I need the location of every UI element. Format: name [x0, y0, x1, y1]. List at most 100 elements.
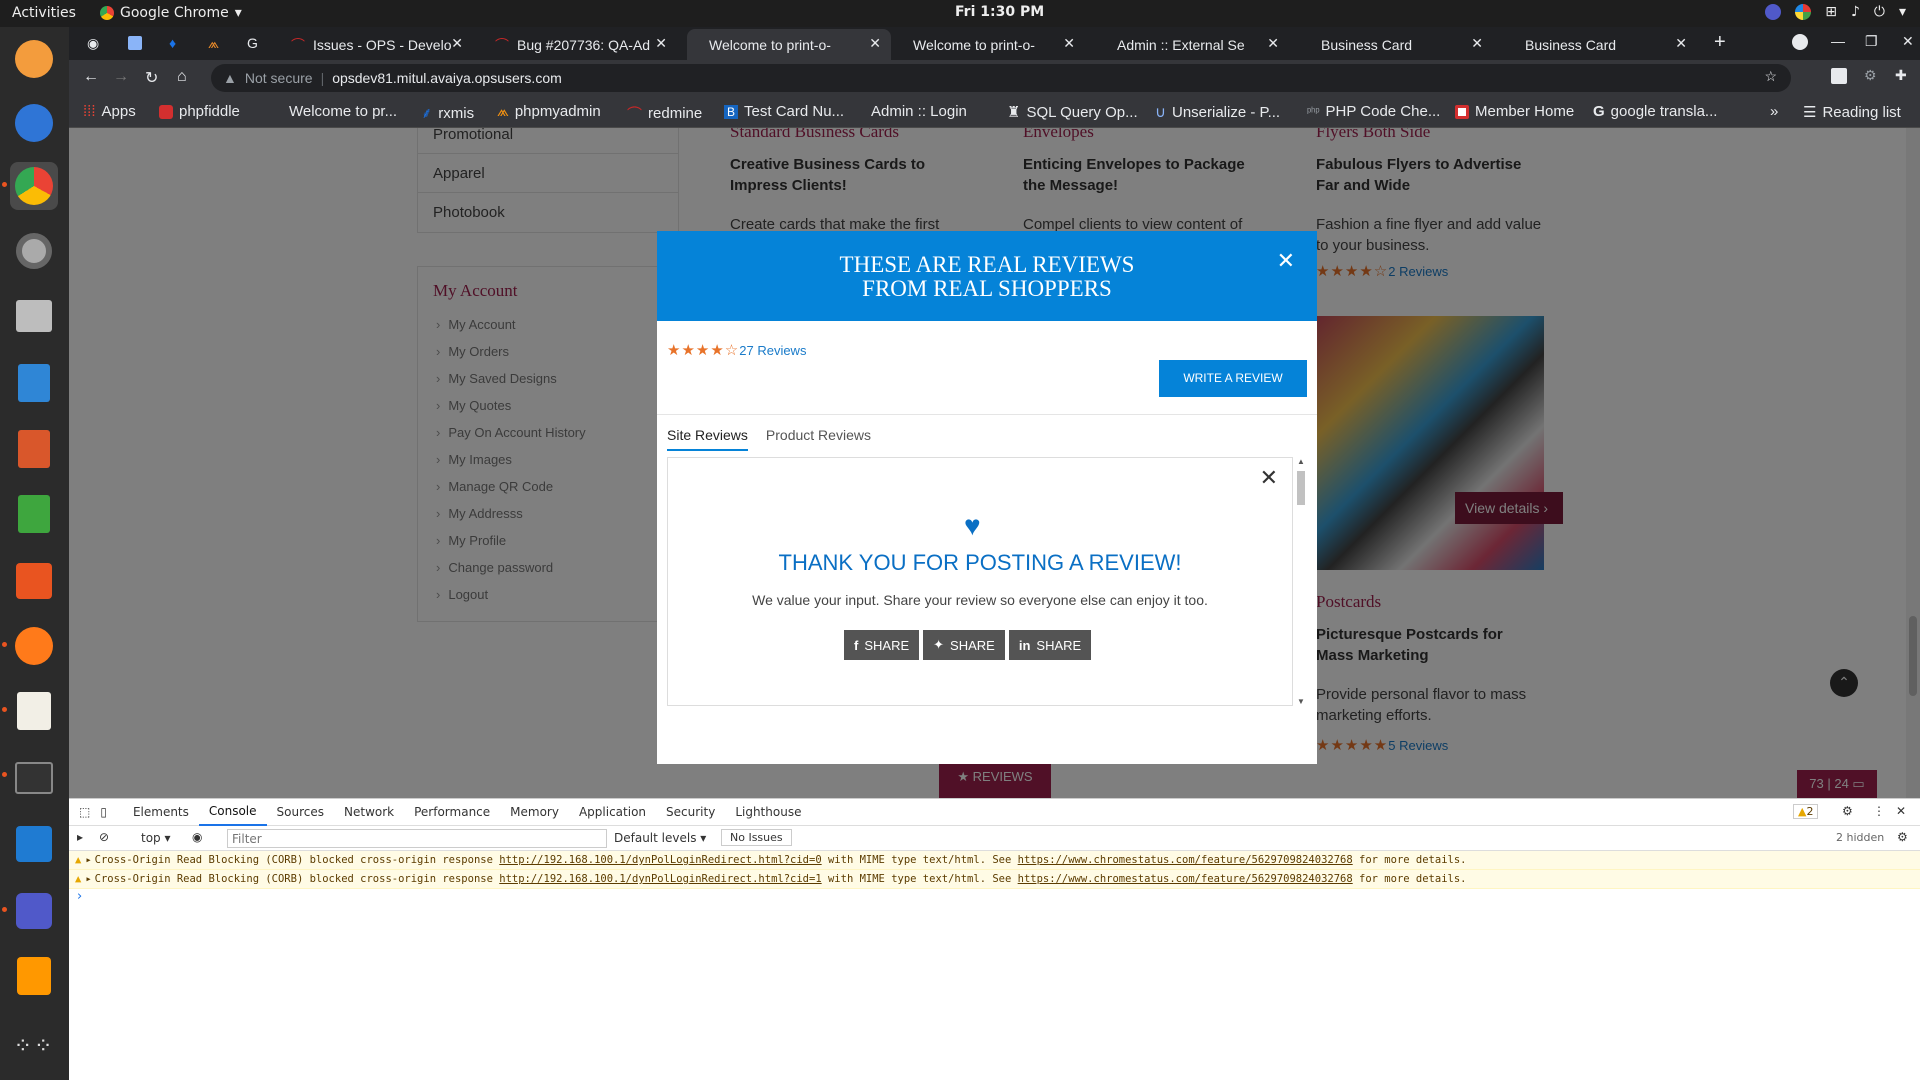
close-tab-icon[interactable]: ✕: [1471, 35, 1483, 52]
clock[interactable]: Fri 1:30 PM: [955, 4, 1044, 20]
bookmark-star-icon[interactable]: ☆: [1764, 68, 1777, 85]
console-filter-input[interactable]: [227, 829, 607, 848]
bookmark-welcome[interactable]: Welcome to pr...: [289, 103, 397, 120]
bookmark-php-code-checker[interactable]: ᵖʰᵖ PHP Code Che...: [1307, 103, 1440, 120]
bookmark-google-translate[interactable]: Ggoogle transla...: [1593, 103, 1717, 120]
issues-button[interactable]: No Issues: [721, 829, 792, 846]
dock-impress-icon[interactable]: [10, 425, 58, 473]
tab-issues[interactable]: ⌒ Issues - OPS - Develo ✕: [279, 29, 473, 60]
new-tab-icon[interactable]: +: [1714, 31, 1726, 54]
bookmark-phpfiddle[interactable]: phpfiddle: [159, 103, 240, 120]
bookmark-redmine[interactable]: ⌒ redmine: [627, 103, 702, 124]
close-tab-icon[interactable]: ✕: [1063, 35, 1075, 52]
tab-admin-external[interactable]: Admin :: External Se ✕: [1095, 29, 1289, 60]
tab-search-icon[interactable]: ◉: [87, 35, 99, 52]
home-icon[interactable]: ⌂: [177, 68, 187, 86]
context-select[interactable]: top ▾: [141, 831, 171, 845]
dock-firefox-icon[interactable]: [10, 622, 58, 670]
dock-teams-icon[interactable]: [10, 887, 58, 935]
extension-icon[interactable]: [1831, 68, 1847, 84]
tab-performance[interactable]: Performance: [404, 799, 500, 825]
reading-list[interactable]: ☰ Reading list: [1803, 103, 1901, 122]
bookmark-member-home[interactable]: Member Home: [1455, 103, 1574, 120]
warnings-badge[interactable]: ▲2: [1793, 804, 1819, 819]
restore-icon[interactable]: ❐: [1865, 33, 1878, 50]
inspect-icon[interactable]: ⬚: [79, 805, 90, 819]
dock-text-editor-icon[interactable]: [10, 687, 58, 735]
power-icon[interactable]: ⏻: [1874, 4, 1885, 20]
sidebar-toggle-icon[interactable]: ▸: [77, 830, 83, 844]
address-bar[interactable]: ▲ Not secure | opsdev81.mitul.avaiya.ops…: [211, 64, 1791, 92]
dock-sublime-icon[interactable]: [10, 952, 58, 1000]
activities-button[interactable]: Activities: [12, 5, 76, 21]
chromestatus-link[interactable]: https://www.chromestatus.com/feature/562…: [1018, 854, 1353, 866]
tab-list-icon[interactable]: [1792, 34, 1808, 50]
dock-app-center-icon[interactable]: [10, 557, 58, 605]
bookmark-admin-login[interactable]: Admin :: Login: [871, 103, 967, 120]
panel-scrollbar[interactable]: ▲ ▼: [1295, 457, 1307, 706]
dock-image-viewer-icon[interactable]: [10, 359, 58, 407]
dock-show-apps-icon[interactable]: ⁘⁘: [10, 1022, 58, 1070]
dock-settings-icon[interactable]: [10, 227, 58, 275]
close-icon[interactable]: ✕: [1260, 466, 1278, 491]
teams-tray-icon[interactable]: [1765, 4, 1782, 20]
close-tab-icon[interactable]: ✕: [1675, 35, 1687, 52]
tab-bug[interactable]: ⌒ Bug #207736: QA-Ad ✕: [483, 29, 677, 60]
system-tray[interactable]: ⊞ ♪ ⏻ ▾: [1765, 4, 1906, 20]
tab-console[interactable]: Console: [198, 798, 267, 826]
tab-network[interactable]: Network: [334, 799, 404, 825]
live-expression-eye-icon[interactable]: ◉: [192, 830, 202, 844]
pinned-tab-icon[interactable]: ♦: [169, 35, 176, 51]
bookmark-apps[interactable]: ⁞⁞⁞ Apps: [83, 103, 136, 120]
close-tab-icon[interactable]: ✕: [1267, 35, 1279, 52]
forward-icon[interactable]: →: [113, 68, 129, 86]
tab-sources[interactable]: Sources: [267, 799, 334, 825]
console-settings-icon[interactable]: ⚙: [1897, 830, 1908, 844]
tab-lighthouse[interactable]: Lighthouse: [725, 799, 811, 825]
console-warning[interactable]: ▲ ▸ Cross-Origin Read Blocking (CORB) blo…: [69, 851, 1920, 870]
bookmarks-overflow[interactable]: »: [1770, 103, 1778, 120]
bookmark-rxmis[interactable]: ⸙ rxmis: [421, 103, 474, 123]
dock-terminal-icon[interactable]: [10, 754, 58, 802]
share-facebook-button[interactable]: f SHARE: [844, 630, 920, 660]
dock-vscode-icon[interactable]: [10, 820, 58, 868]
network-icon[interactable]: ⊞: [1825, 4, 1837, 20]
expand-icon[interactable]: ▸: [85, 854, 91, 866]
blocked-url-link[interactable]: http://192.168.100.1/dynPolLoginRedirect…: [499, 854, 821, 866]
tab-elements[interactable]: Elements: [123, 799, 199, 825]
expand-icon[interactable]: ▸: [85, 873, 91, 885]
dock-calc-icon[interactable]: [10, 490, 58, 538]
close-icon[interactable]: ✕: [1277, 250, 1295, 274]
tab-memory[interactable]: Memory: [500, 799, 569, 825]
bookmark-test-card[interactable]: B Test Card Nu...: [724, 103, 844, 120]
close-tab-icon[interactable]: ✕: [869, 35, 881, 52]
bookmark-unserialize[interactable]: ∪ Unserialize - P...: [1155, 103, 1280, 122]
tab-welcome-active[interactable]: Welcome to print-o- ✕: [687, 29, 891, 60]
volume-icon[interactable]: ♪: [1851, 4, 1860, 20]
dock-chrome-icon[interactable]: [10, 162, 58, 210]
tab-product-reviews[interactable]: Product Reviews: [766, 427, 871, 451]
dock-ubuntu-software-icon[interactable]: [10, 35, 58, 83]
app-menu[interactable]: Google Chrome ▾: [100, 5, 242, 21]
log-levels-select[interactable]: Default levels ▾: [614, 831, 706, 845]
tab-application[interactable]: Application: [569, 799, 656, 825]
url-text[interactable]: opsdev81.mitul.avaiya.opsusers.com: [332, 70, 562, 86]
pinned-tab-icon[interactable]: ⩕: [208, 35, 219, 52]
more-options-icon[interactable]: ⋮: [1873, 804, 1885, 818]
chevron-down-icon[interactable]: ▾: [1899, 4, 1906, 20]
share-twitter-button[interactable]: ✦ SHARE: [923, 630, 1005, 660]
reload-icon[interactable]: ↻: [145, 68, 158, 88]
chromestatus-link[interactable]: https://www.chromestatus.com/feature/562…: [1018, 873, 1353, 885]
tab-welcome[interactable]: Welcome to print-o- ✕: [891, 29, 1085, 60]
pinned-tab-icon[interactable]: G: [247, 35, 258, 51]
clear-console-icon[interactable]: ⊘: [99, 830, 109, 844]
share-linkedin-button[interactable]: in SHARE: [1008, 630, 1092, 660]
bookmark-phpmyadmin[interactable]: ⩕ phpmyadmin: [497, 103, 601, 120]
console-prompt[interactable]: ›: [69, 889, 1920, 908]
color-tray-icon[interactable]: [1795, 4, 1812, 20]
dock-thunderbird-icon[interactable]: [10, 99, 58, 147]
settings-gear-icon[interactable]: ⚙: [1842, 804, 1853, 818]
tab-site-reviews[interactable]: Site Reviews: [667, 427, 748, 451]
console-warning[interactable]: ▲ ▸ Cross-Origin Read Blocking (CORB) blo…: [69, 870, 1920, 889]
blocked-url-link[interactable]: http://192.168.100.1/dynPolLoginRedirect…: [499, 873, 821, 885]
